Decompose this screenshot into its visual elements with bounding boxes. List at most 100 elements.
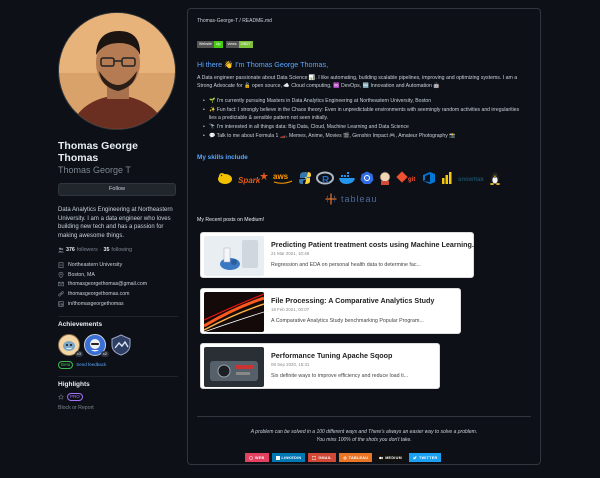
post-date: 21 Mar 2021, 10:48 [271,251,310,256]
website-item[interactable]: thomasgeorgethomas.com [58,289,178,299]
tableau-icon [342,455,347,460]
followers-count[interactable]: 376 [66,247,75,253]
docker-icon[interactable] [338,171,356,185]
post-date: 08 Sep 2020, 15:31 [271,362,310,367]
arctic-code-vault-badge[interactable] [110,334,132,356]
tableau-wordmark: tableau [341,194,378,204]
tableau-logo[interactable]: tableau [325,193,378,205]
block-or-report-link[interactable]: Block or Report [58,405,178,411]
post-thumbnail [204,292,264,332]
recent-posts-title: My Recent posts on Medium! [197,217,265,223]
mail-icon [58,282,64,287]
post-description: Six definite ways to improve efficiency … [271,373,409,379]
views-shield: views 29827 [225,41,253,48]
star-icon [58,393,64,400]
location-pin-icon [58,271,64,278]
web-badge[interactable]: WEB [245,453,269,462]
tableau-badge[interactable]: TABLEAU [338,453,373,462]
python-icon[interactable] [298,171,312,185]
twitter-badge[interactable]: TWITTER [408,453,442,462]
medium-badge[interactable]: MEDIUM [375,453,406,462]
follow-button[interactable]: Follow [58,183,176,196]
linux-icon[interactable] [488,171,502,185]
spark-icon[interactable]: Spark [238,171,268,185]
svg-text:Spark: Spark [238,176,261,185]
achievements-beta-row: Beta Send feedback [58,360,178,369]
profile-sidebar: Thomas George Thomas Thomas George T Fol… [58,12,178,411]
svg-text:git: git [408,177,415,183]
linkedin-item[interactable]: in/thomasgeorgethomas [58,299,178,309]
mail-icon [312,455,317,460]
badge-label: TABLEAU [348,455,369,460]
bullet-item: 💬 Talk to me about Formula 1 🏎️, Memes, … [203,133,521,141]
followers-label[interactable]: followers [77,247,98,253]
aws-icon[interactable]: aws [272,171,294,185]
website-shield[interactable]: Website Up [197,41,223,48]
achievement-badges: x3 x2 [58,333,178,357]
medium-post-card[interactable]: Performance Tuning Apache Sqoop 08 Sep 2… [200,343,440,389]
badge-label: WEB [255,455,265,460]
badge-label: GMAIL [318,455,332,460]
shield-left: views [225,41,239,48]
link-icon [58,291,64,297]
readme-path[interactable]: Thomas-George-T / README.md [197,18,272,24]
post-thumbnail [204,347,264,387]
shield-right: 29827 [238,41,253,48]
website-link[interactable]: thomasgeorgethomas.com [68,291,129,297]
readme-greeting: Hi there 👋 I'm Thomas George Thomas, [197,60,329,69]
svg-text:snowflake: snowflake [458,177,484,183]
email-item[interactable]: thomasgeorgethomas@gmail.com [58,280,178,290]
r-icon[interactable]: R [316,171,334,185]
yolo-count: x2 [100,350,109,357]
medium-post-card[interactable]: File Processing: A Comparative Analytics… [200,288,461,334]
linkedin-icon [58,301,64,307]
readme-shields: Website Up views 29827 [197,41,253,48]
pull-shark-badge[interactable]: x3 [58,333,83,357]
skills-logos: Spark aws R git snowflake [216,171,516,185]
post-thumbnail [204,236,264,276]
git-icon[interactable]: git [396,171,418,185]
twitter-icon [412,455,417,459]
avatar[interactable] [58,12,176,130]
azure-devops-icon[interactable] [422,171,436,185]
bullet-item: ✨ Fun fact: I strongly believe in the Ch… [203,107,521,122]
shield-right: Up [213,41,223,48]
medium-post-card[interactable]: Predicting Patient treatment costs using… [200,232,474,278]
follow-stats: 376 followers · 35 following [58,247,178,253]
medium-icon [379,456,383,459]
jenkins-icon[interactable] [378,171,392,185]
kubernetes-icon[interactable] [360,171,374,185]
post-description: A Comparative Analytics Study benchmarki… [271,318,424,324]
following-label[interactable]: following [111,247,132,253]
yolo-badge[interactable]: x2 [84,333,109,357]
divider [197,416,531,417]
post-date: 19 Feb 2021, 00:07 [271,307,310,312]
svg-text:aws: aws [273,172,289,181]
globe-icon [249,455,253,460]
send-feedback-link[interactable]: Send feedback [76,362,106,367]
hadoop-icon[interactable] [216,171,234,185]
shield-left: Website [197,41,214,48]
following-count[interactable]: 35 [104,247,110,253]
bullet-item: 🌱 I'm currently pursuing Masters in Data… [203,98,521,106]
social-badges: WEB LINKEDIN GMAIL TABLEAU MEDIUM TWITTE… [245,453,442,462]
pull-shark-count: x3 [74,350,83,357]
linkedin-badge[interactable]: LINKEDIN [271,453,306,462]
achievements-title: Achievements [58,320,103,328]
post-title: Performance Tuning Apache Sqoop [271,351,393,360]
readme-intro: A Data engineer passionate about Data Sc… [197,75,518,89]
linkedin-icon [275,455,280,460]
bullet-item: 🔭 I'm interested in all things data: Big… [203,124,521,132]
power-bi-icon[interactable] [440,171,454,185]
email-link[interactable]: thomasgeorgethomas@gmail.com [68,281,147,287]
skills-title: My skills include [197,154,248,161]
snowflake-icon[interactable]: snowflake [458,171,484,185]
badge-label: LINKEDIN [281,455,302,460]
post-title: Predicting Patient treatment costs using… [271,240,474,249]
divider [58,375,178,377]
profile-bio: Data Analytics Engineering at Northeaste… [58,207,173,239]
gmail-badge[interactable]: GMAIL [308,453,336,462]
location-text: Boston, MA [68,271,95,278]
organization-item: Northeastern University [58,260,178,270]
linkedin-link[interactable]: in/thomasgeorgethomas [68,301,124,307]
